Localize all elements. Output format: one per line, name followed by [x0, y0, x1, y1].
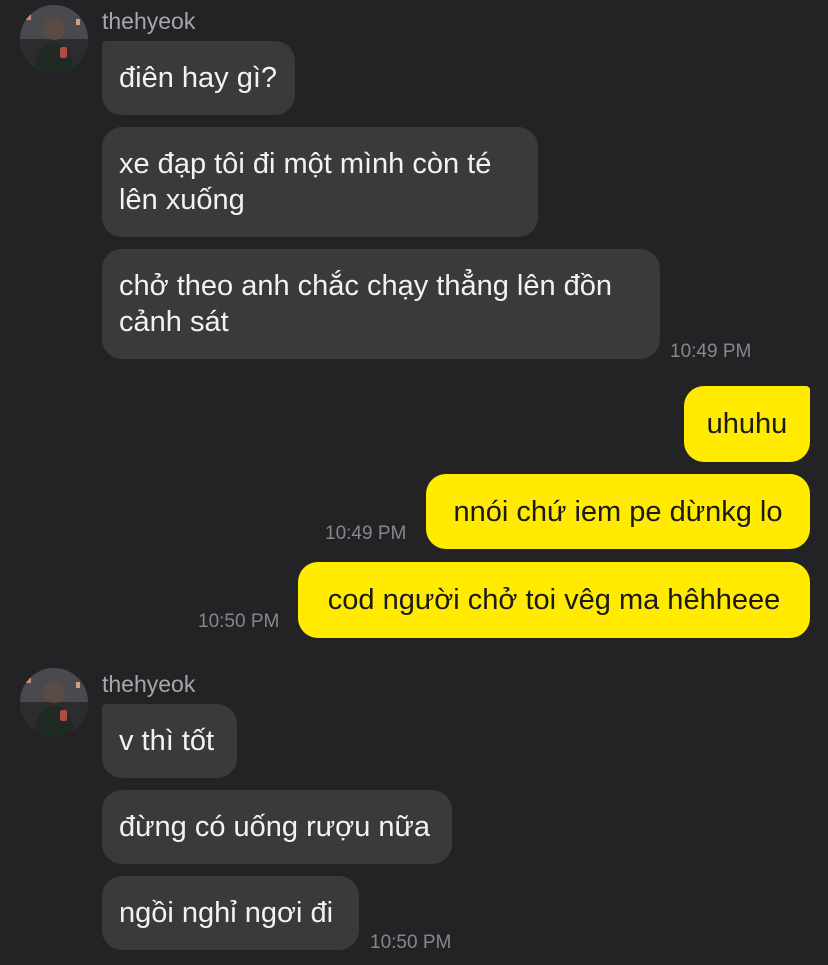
message-bubble[interactable]: xe đạp tôi đi một mình còn té lên xuống [102, 127, 538, 237]
message-text: đừng có uống rượu nữa [119, 811, 431, 843]
message-bubble[interactable]: uhuhu [684, 386, 810, 462]
message-bubble[interactable]: chở theo anh chắc chạy thẳng lên đồn cản… [102, 249, 660, 359]
message-timestamp: 10:49 PM [670, 341, 752, 362]
message-bubble[interactable]: nnói chứ iem pe dừnkg lo [426, 474, 810, 549]
sender-name: thehyeok [102, 8, 196, 34]
message-text: ngồi nghỉ ngơi đi [119, 897, 334, 929]
avatar-photo-icon [20, 668, 88, 736]
message-timestamp: 10:50 PM [370, 932, 452, 953]
message-bubble[interactable]: v thì tốt [102, 704, 237, 778]
message-text: cod người chở toi vêg ma hêhheee [327, 584, 781, 616]
message-bubble[interactable]: cod người chở toi vêg ma hêhheee [298, 562, 810, 638]
message-bubble[interactable]: ngồi nghỉ ngơi đi [102, 876, 359, 950]
message-timestamp: 10:49 PM [325, 523, 407, 544]
message-text: điên hay gì? [119, 62, 278, 94]
message-text: v thì tốt [119, 725, 215, 757]
avatar-photo-icon [20, 5, 88, 73]
avatar[interactable] [20, 668, 88, 736]
message-text: chở theo anh chắc chạy thẳng lên đồn cản… [119, 270, 613, 338]
avatar[interactable] [20, 5, 88, 73]
message-timestamp: 10:50 PM [198, 611, 280, 632]
message-text: xe đạp tôi đi một mình còn té lên xuống [119, 148, 492, 216]
message-bubble[interactable]: đừng có uống rượu nữa [102, 790, 452, 864]
sender-name: thehyeok [102, 671, 196, 697]
message-text: nnói chứ iem pe dừnkg lo [453, 495, 783, 528]
message-text: uhuhu [706, 408, 788, 440]
message-bubble[interactable]: điên hay gì? [102, 41, 295, 115]
